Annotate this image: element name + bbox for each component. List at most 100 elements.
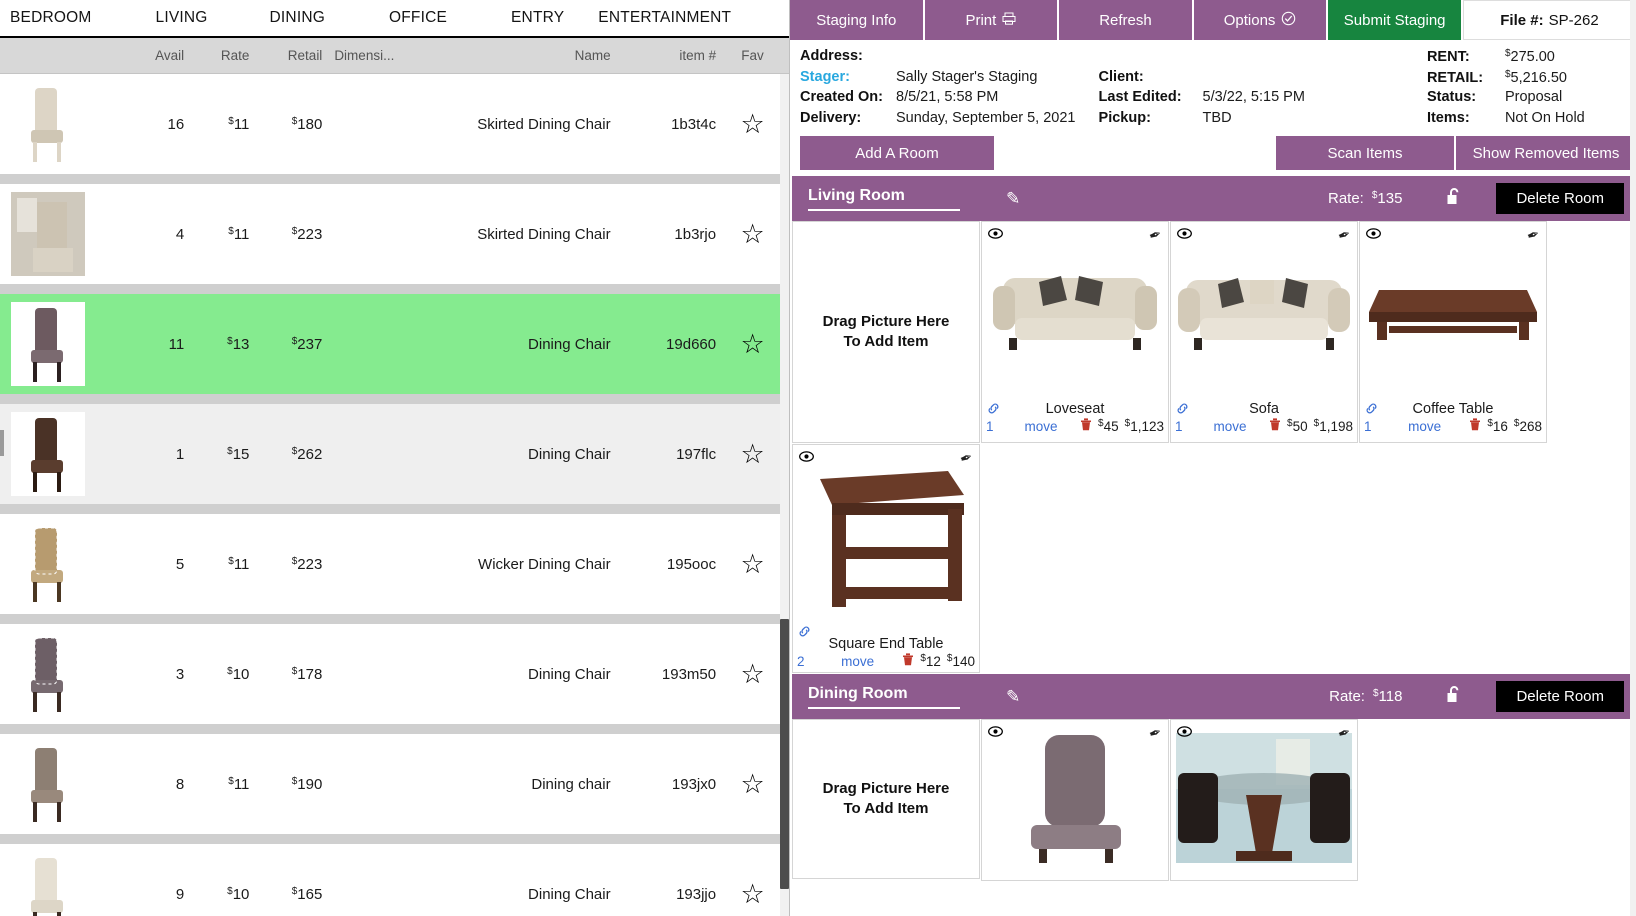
drag-picture-dropzone[interactable]: Drag Picture HereTo Add Item [792, 221, 980, 443]
row-thumbnail-cell[interactable] [0, 412, 96, 496]
room-item-card[interactable]: ✒ Sofa 1 move $50 $1,198 [1170, 221, 1358, 443]
link-chain-icon[interactable] [1365, 402, 1378, 418]
item-image[interactable]: ✒ [1360, 222, 1546, 400]
item-quantity[interactable]: 1 [1175, 419, 1191, 434]
submit-staging-button[interactable]: Submit Staging [1328, 0, 1463, 40]
room-item-card[interactable]: ✒ [981, 719, 1169, 881]
favorite-star-icon[interactable]: ☆ [740, 219, 764, 249]
item-image[interactable]: ✒ [982, 720, 1168, 880]
item-quantity[interactable]: 1 [1364, 419, 1380, 434]
inventory-row[interactable]: 4 $11 $223 Skirted Dining Chair 1b3rjo ☆ [0, 184, 789, 285]
item-thumbnail-wicker-chair[interactable] [11, 522, 85, 606]
inventory-row[interactable]: 8 $11 $190 Dining chair 193jx0 ☆ [0, 734, 789, 835]
edit-room-name-pencil-icon[interactable]: ✎ [1006, 189, 1020, 209]
add-a-room-button[interactable]: Add A Room [800, 136, 994, 170]
staging-info-button[interactable]: Staging Info [790, 0, 925, 40]
tab-entry[interactable]: ENTRY [497, 9, 578, 27]
col-fav[interactable]: Fav [716, 48, 789, 63]
link-chain-icon[interactable] [987, 402, 1000, 418]
print-button[interactable]: Print [925, 0, 1060, 40]
room-item-card[interactable]: ✒ [1170, 719, 1358, 881]
table-row[interactable]: 8 $11 $190 Dining chair 193jx0 ☆ [0, 734, 789, 844]
row-thumbnail-cell[interactable] [0, 522, 96, 606]
table-row[interactable]: 1 $15 $262 Dining Chair 197flc ☆ [0, 404, 789, 514]
table-row[interactable]: 3 $10 $178 Dining Chair 193m50 ☆ [0, 624, 789, 734]
item-thumbnail-plum-dining-chair[interactable] [11, 302, 85, 386]
drag-picture-dropzone[interactable]: Drag Picture HereTo Add Item [792, 719, 980, 879]
visibility-eye-icon[interactable] [1177, 226, 1192, 242]
favorite-star-icon[interactable]: ☆ [740, 769, 764, 799]
inventory-row[interactable]: 3 $10 $178 Dining Chair 193m50 ☆ [0, 624, 789, 725]
item-quantity[interactable]: 2 [797, 654, 813, 669]
visibility-eye-icon[interactable] [988, 226, 1003, 242]
inventory-row[interactable]: 5 $11 $223 Wicker Dining Chair 195ooc ☆ [0, 514, 789, 615]
row-thumbnail-cell[interactable] [0, 82, 96, 166]
delete-room-button[interactable]: Delete Room [1496, 183, 1624, 214]
cell-fav[interactable]: ☆ [716, 441, 789, 468]
item-thumbnail-skirted-room-chair[interactable] [11, 192, 85, 276]
options-button[interactable]: Options [1194, 0, 1329, 40]
col-item-number[interactable]: item # [611, 48, 717, 63]
tab-bedroom[interactable]: BEDROOM [4, 9, 106, 27]
delete-item-trash-icon[interactable] [902, 653, 914, 669]
delete-item-trash-icon[interactable] [1469, 418, 1481, 434]
favorite-star-icon[interactable]: ☆ [740, 329, 764, 359]
cell-fav[interactable]: ☆ [716, 111, 789, 138]
col-name[interactable]: Name [419, 48, 611, 63]
cell-fav[interactable]: ☆ [716, 661, 789, 688]
link-chain-icon[interactable] [798, 625, 811, 641]
cell-fav[interactable]: ☆ [716, 881, 789, 908]
table-row[interactable]: 5 $11 $223 Wicker Dining Chair 195ooc ☆ [0, 514, 789, 624]
move-item-link[interactable]: move [819, 654, 896, 669]
item-thumbnail-cream-tufted-chair[interactable] [11, 852, 85, 916]
cell-fav[interactable]: ☆ [716, 331, 789, 358]
table-row[interactable]: 4 $11 $223 Skirted Dining Chair 1b3rjo ☆ [0, 184, 789, 294]
row-thumbnail-cell[interactable] [0, 192, 96, 276]
item-image[interactable]: ✒ [1171, 222, 1357, 400]
item-thumbnail-patterned-chair[interactable] [11, 632, 85, 716]
cell-fav[interactable]: ☆ [716, 551, 789, 578]
row-thumbnail-cell[interactable] [0, 302, 96, 386]
col-retail[interactable]: Retail [249, 48, 322, 63]
link-chain-icon[interactable] [1176, 402, 1189, 418]
row-thumbnail-cell[interactable] [0, 632, 96, 716]
room-item-card[interactable]: ✒ Coffee Table 1 move $16 $268 [1359, 221, 1547, 443]
table-row[interactable]: 9 $10 $165 Dining Chair 193jjo ☆ [0, 844, 789, 916]
tab-entertainment[interactable]: ENTERTAINMENT [584, 9, 745, 27]
inventory-row[interactable]: 16 $11 $180 Skirted Dining Chair 1b3t4c … [0, 74, 789, 175]
edit-room-name-pencil-icon[interactable]: ✎ [1006, 687, 1020, 707]
row-thumbnail-cell[interactable] [0, 852, 96, 916]
unlock-icon[interactable] [1446, 187, 1462, 211]
inventory-row[interactable]: 9 $10 $165 Dining Chair 193jjo ☆ [0, 844, 789, 916]
col-dimensions[interactable]: Dimensi... [322, 48, 418, 63]
file-number-display[interactable]: File #: SP-262 [1463, 0, 1636, 40]
unlock-icon[interactable] [1446, 685, 1462, 709]
inventory-row[interactable]: 11 $13 $237 Dining Chair 19d660 ☆ [0, 294, 789, 395]
room-item-card[interactable]: ✒ Square End Table 2 move $12 $140 [792, 444, 980, 673]
table-row[interactable]: 16 $11 $180 Skirted Dining Chair 1b3t4c … [0, 74, 789, 184]
item-quantity[interactable]: 1 [986, 419, 1002, 434]
item-image[interactable]: ✒ [1171, 720, 1357, 880]
move-item-link[interactable]: move [1008, 419, 1074, 434]
staging-scrollbar[interactable] [1630, 0, 1636, 916]
tab-living[interactable]: LIVING [142, 9, 222, 27]
visibility-eye-icon[interactable] [1177, 724, 1192, 740]
col-rate[interactable]: Rate [184, 48, 249, 63]
inventory-scrollbar-thumb[interactable] [780, 619, 789, 889]
visibility-eye-icon[interactable] [988, 724, 1003, 740]
favorite-star-icon[interactable]: ☆ [740, 879, 764, 909]
room-item-card[interactable]: ✒ Loveseat 1 move $45 $1,123 [981, 221, 1169, 443]
item-image[interactable]: ✒ [793, 445, 979, 635]
show-removed-items-button[interactable]: Show Removed Items [1456, 136, 1636, 170]
item-thumbnail-brown-leather-chair[interactable] [11, 412, 85, 496]
item-image[interactable]: ✒ [982, 222, 1168, 400]
table-row[interactable]: 11 $13 $237 Dining Chair 19d660 ☆ [0, 294, 789, 404]
col-avail[interactable]: Avail [96, 48, 184, 63]
scan-items-button[interactable]: Scan Items [1276, 136, 1456, 170]
refresh-button[interactable]: Refresh [1059, 0, 1194, 40]
visibility-eye-icon[interactable] [799, 449, 814, 465]
item-thumbnail-taupe-tufted-chair[interactable] [11, 742, 85, 826]
delete-room-button[interactable]: Delete Room [1496, 681, 1624, 712]
item-thumbnail-skirted-cream-chair[interactable] [11, 82, 85, 166]
favorite-star-icon[interactable]: ☆ [740, 659, 764, 689]
